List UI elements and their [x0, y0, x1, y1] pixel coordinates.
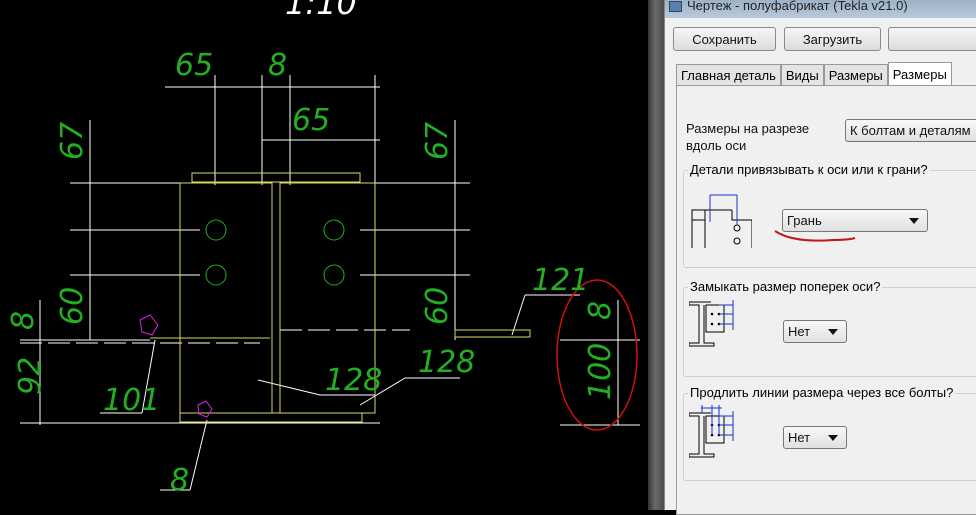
extend-lines-diagram-icon [689, 405, 734, 458]
title-bar[interactable]: Чертеж - полуфабрикат (Tekla v21.0) [665, 0, 976, 18]
chevron-down-icon [909, 218, 919, 224]
mark-8: 8 [170, 463, 189, 498]
bind-to-face-diagram-icon [691, 194, 752, 248]
tab-dimensions[interactable]: Размеры [823, 64, 888, 86]
chevron-down-icon [828, 435, 838, 441]
drawing-properties-dialog: Чертеж - полуфабрикат (Tekla v21.0) Сохр… [664, 0, 976, 515]
dim-8: 8 [6, 311, 41, 330]
scale-label: 1:10 [285, 0, 357, 22]
mark-121: 121 [532, 263, 589, 298]
tab-views[interactable]: Виды [780, 64, 824, 86]
close-dim-diagram-icon [689, 300, 734, 347]
save-button[interactable]: Сохранить [673, 27, 776, 51]
tab-main-part[interactable]: Главная деталь [676, 64, 781, 86]
tab-dimensions-2[interactable]: Размеры [887, 62, 952, 86]
dim-67: 67 [55, 122, 90, 160]
red-underline-annotation [774, 230, 856, 242]
bind-parts-legend: Детали привязывать к оси или к грани? [688, 162, 930, 177]
toolbar-button[interactable] [888, 27, 976, 51]
section-dims-select[interactable]: К болтам и деталям [845, 119, 976, 142]
close-dim-select[interactable]: Нет [783, 320, 847, 343]
dim-8: 8 [268, 48, 287, 83]
dim-65: 65 [175, 48, 213, 83]
window-title: Чертеж - полуфабрикат (Tekla v21.0) [687, 0, 908, 13]
dim-60: 60 [420, 287, 455, 325]
mark-128: 128 [418, 345, 475, 380]
extend-lines-value: Нет [788, 430, 811, 445]
extend-lines-legend: Продлить линии размера через все болты? [688, 385, 956, 400]
dim-60: 60 [55, 287, 90, 325]
extend-lines-select[interactable]: Нет [783, 426, 847, 449]
dim-67: 67 [420, 122, 455, 160]
bind-parts-value: Грань [787, 213, 822, 228]
close-dim-value: Нет [788, 324, 811, 339]
load-button[interactable]: Загрузить [784, 27, 881, 51]
chevron-down-icon [828, 329, 838, 335]
cad-drawing-canvas[interactable]: 1:10 65 8 65 67 67 8 60 60 92 101 128 12… [0, 0, 650, 510]
dim-100: 100 [583, 343, 618, 400]
app-icon [669, 1, 682, 12]
close-dim-legend: Замыкать размер поперек оси? [688, 279, 883, 294]
mark-128: 128 [325, 363, 382, 398]
mark-101: 101 [103, 383, 160, 418]
dim-8: 8 [583, 301, 618, 320]
bolt-marks [205, 219, 345, 286]
dim-65: 65 [292, 103, 330, 138]
dim-92: 92 [13, 357, 48, 395]
section-dims-label: Размеры на разрезе вдоль оси [686, 121, 810, 153]
